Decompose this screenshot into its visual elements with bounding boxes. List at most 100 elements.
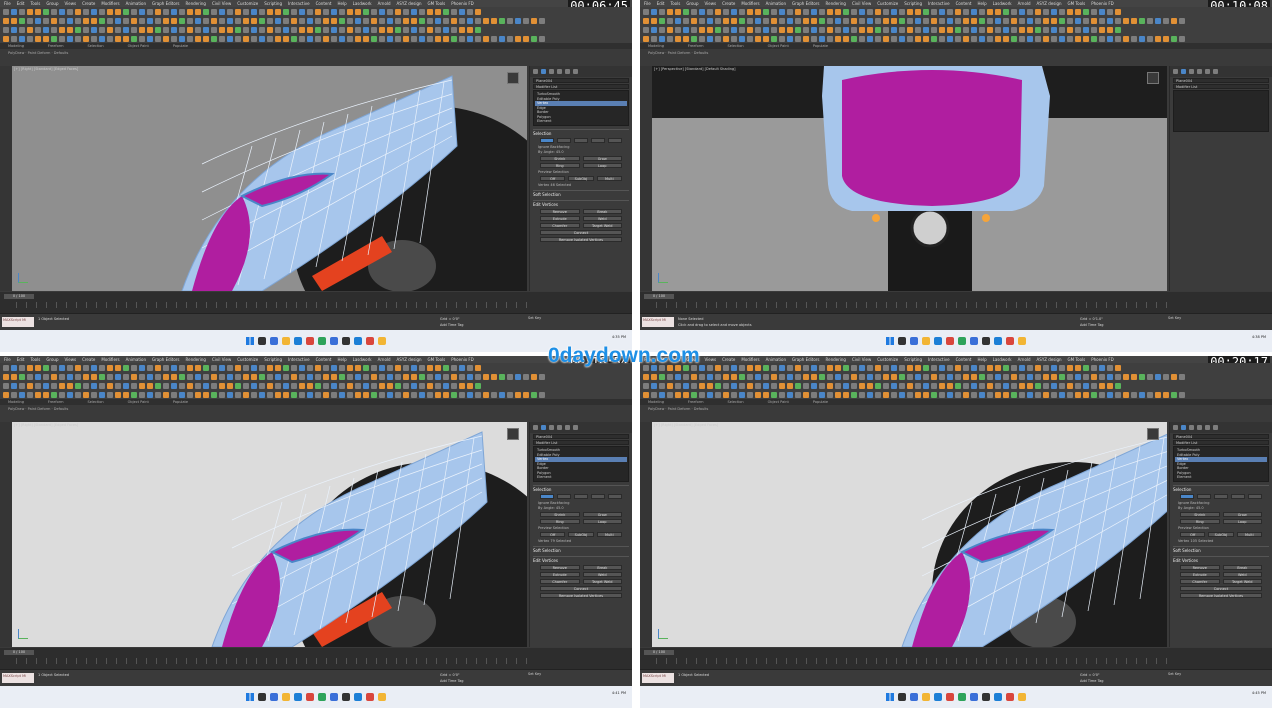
toolbar-button-icon[interactable] — [955, 17, 961, 24]
toolbar-button-icon[interactable] — [387, 8, 393, 15]
toolbar-button-icon[interactable] — [427, 373, 433, 380]
toolbar-button-icon[interactable] — [131, 35, 137, 42]
toolbar-button-icon[interactable] — [651, 26, 657, 33]
toolbar-button-icon[interactable] — [355, 391, 361, 398]
toolbar-button-icon[interactable] — [347, 364, 353, 371]
toolbar-button-icon[interactable] — [995, 8, 1001, 15]
viewport[interactable]: [+] [Perspective] [Standard] [Default Sh… — [652, 66, 1167, 291]
toolbar-button-icon[interactable] — [1171, 391, 1177, 398]
toolbar-button-icon[interactable] — [51, 373, 57, 380]
toolbar-button-icon[interactable] — [259, 26, 265, 33]
toolbar-button-icon[interactable] — [755, 391, 761, 398]
toolbar-button-icon[interactable] — [355, 35, 361, 42]
toolbar-button-icon[interactable] — [1099, 364, 1105, 371]
toolbar-button-icon[interactable] — [59, 382, 65, 389]
toolbar-button-icon[interactable] — [139, 17, 145, 24]
toolbar-button-icon[interactable] — [19, 382, 25, 389]
toolbar-button-icon[interactable] — [907, 391, 913, 398]
toolbar-button-icon[interactable] — [75, 8, 81, 15]
toolbar-button-icon[interactable] — [403, 373, 409, 380]
toolbar-button-icon[interactable] — [1123, 373, 1129, 380]
toolbar-button-icon[interactable] — [83, 391, 89, 398]
toolbar-button-icon[interactable] — [1083, 373, 1089, 380]
toolbar-button-icon[interactable] — [219, 391, 225, 398]
toolbar-button-icon[interactable] — [1035, 382, 1041, 389]
toolbar-button-icon[interactable] — [467, 364, 473, 371]
toolbar-button-icon[interactable] — [307, 26, 313, 33]
toolbar-button-icon[interactable] — [483, 35, 489, 42]
toolbar-button-icon[interactable] — [339, 17, 345, 24]
toolbar-button-icon[interactable] — [1027, 8, 1033, 15]
modify-tab-icon[interactable] — [1181, 69, 1186, 74]
toolbar-button-icon[interactable] — [459, 35, 465, 42]
toolbar-button-icon[interactable] — [355, 382, 361, 389]
menu-item[interactable]: Phoenix FD — [451, 357, 474, 362]
toolbar-button-icon[interactable] — [219, 35, 225, 42]
toolbar-button-icon[interactable] — [251, 373, 257, 380]
toolbar-button-icon[interactable] — [1131, 17, 1137, 24]
toolbar-button-icon[interactable] — [499, 391, 505, 398]
set-key-button[interactable]: Set Key — [528, 316, 541, 320]
toolbar-button-icon[interactable] — [83, 8, 89, 15]
toolbar-button-icon[interactable] — [107, 391, 113, 398]
toolbar-button-icon[interactable] — [1091, 26, 1097, 33]
toolbar-button-icon[interactable] — [819, 373, 825, 380]
toolbar-button-icon[interactable] — [803, 26, 809, 33]
toolbar-button-icon[interactable] — [115, 364, 121, 371]
modify-tab-icon[interactable] — [1181, 425, 1186, 430]
toolbar-button-icon[interactable] — [731, 26, 737, 33]
store-icon[interactable] — [970, 693, 978, 701]
toolbar-button-icon[interactable] — [467, 35, 473, 42]
toolbar-button-icon[interactable] — [107, 35, 113, 42]
toolbar-button-icon[interactable] — [971, 35, 977, 42]
toolbar-button-icon[interactable] — [147, 26, 153, 33]
photoshop-icon[interactable] — [994, 693, 1002, 701]
toolbar-button-icon[interactable] — [899, 17, 905, 24]
toolbar-button-icon[interactable] — [699, 17, 705, 24]
toolbar-button-icon[interactable] — [19, 17, 25, 24]
toolbar-button-icon[interactable] — [51, 8, 57, 15]
viewport[interactable]: [+] [Right] [Standard] [Edged Faces] — [12, 66, 527, 291]
menu-item[interactable]: Modifiers — [101, 1, 119, 6]
toolbar-button-icon[interactable] — [1091, 382, 1097, 389]
toolbar-button-icon[interactable] — [307, 364, 313, 371]
windows-start-icon[interactable] — [246, 693, 254, 701]
toolbar-button-icon[interactable] — [299, 17, 305, 24]
remove-isolated-button[interactable]: Remove Isolated Vertices — [540, 236, 622, 242]
toolbar-button-icon[interactable] — [451, 382, 457, 389]
toolbar-button-icon[interactable] — [731, 391, 737, 398]
toolbar-button-icon[interactable] — [123, 364, 129, 371]
toolbar-button-icon[interactable] — [203, 382, 209, 389]
by-angle-field[interactable]: By Angle: 45.0 — [538, 150, 624, 154]
menu-item[interactable]: Help — [977, 357, 986, 362]
toolbar-button-icon[interactable] — [771, 382, 777, 389]
toolbar-button-icon[interactable] — [243, 373, 249, 380]
menu-item[interactable]: Phoenix FD — [1091, 1, 1114, 6]
toolbar-button-icon[interactable] — [923, 391, 929, 398]
toolbar-button-icon[interactable] — [891, 364, 897, 371]
toolbar-button-icon[interactable] — [347, 35, 353, 42]
toolbar-button-icon[interactable] — [963, 8, 969, 15]
toolbar-button-icon[interactable] — [499, 35, 505, 42]
toolbar-button-icon[interactable] — [443, 382, 449, 389]
toolbar-button-icon[interactable] — [723, 391, 729, 398]
toolbar-button-icon[interactable] — [1171, 35, 1177, 42]
utilities-tab-icon[interactable] — [1213, 425, 1218, 430]
toolbar-button-icon[interactable] — [307, 35, 313, 42]
time-slider[interactable]: 0 / 100 — [644, 294, 674, 299]
toolbar-button-icon[interactable] — [979, 373, 985, 380]
toolbar-button-icon[interactable] — [451, 8, 457, 15]
ribbon-tab[interactable]: Freeform — [688, 400, 704, 404]
break-button[interactable]: Break — [582, 564, 622, 570]
toolbar-button-icon[interactable] — [27, 391, 33, 398]
toolbar-button-icon[interactable] — [11, 364, 17, 371]
toolbar-button-icon[interactable] — [955, 382, 961, 389]
toolbar-button-icon[interactable] — [795, 364, 801, 371]
menu-item[interactable]: Arnold — [1018, 1, 1031, 6]
weld-button[interactable]: Weld — [582, 215, 622, 221]
menu-item[interactable]: Tools — [670, 1, 680, 6]
toolbar-button-icon[interactable] — [115, 8, 121, 15]
toolbar-button-icon[interactable] — [531, 35, 537, 42]
toolbar-button-icon[interactable] — [995, 26, 1001, 33]
toolbar-button-icon[interactable] — [363, 373, 369, 380]
